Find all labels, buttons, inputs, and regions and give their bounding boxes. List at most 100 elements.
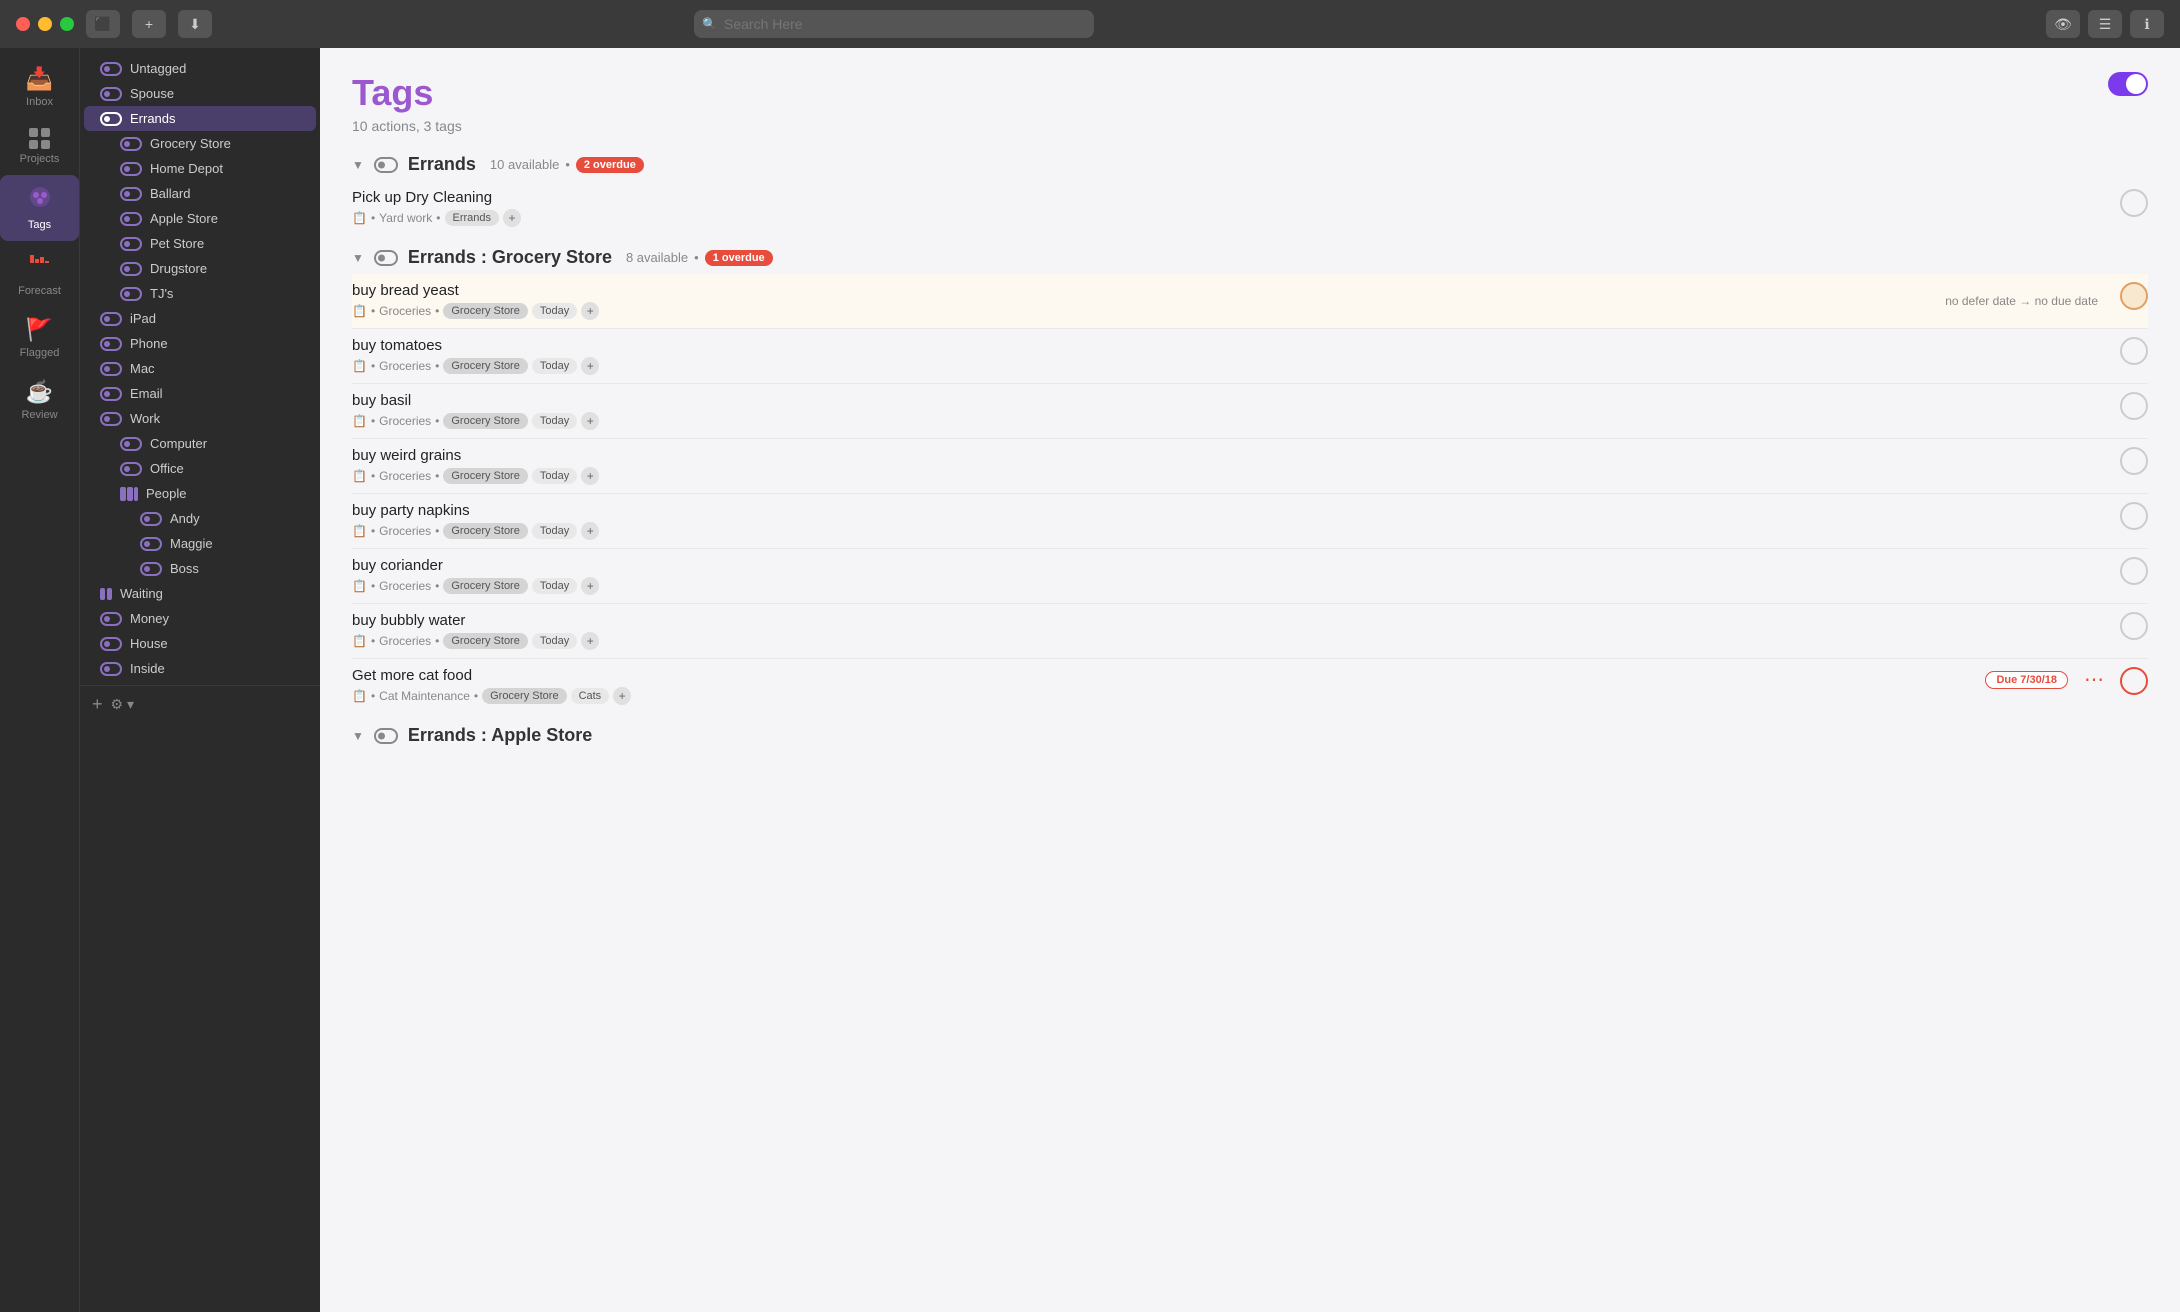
- task-tag-errands[interactable]: Errands: [445, 210, 500, 226]
- task-content: buy bubbly water 📋 • Groceries • Grocery…: [352, 612, 2104, 650]
- nav-flagged[interactable]: 🚩 Flagged: [0, 307, 79, 369]
- sidebar-item-apple-store[interactable]: Apple Store: [84, 206, 316, 231]
- errands-chevron[interactable]: ▼: [352, 158, 364, 172]
- sidebar-item-phone[interactable]: Phone: [84, 331, 316, 356]
- task-meta: 📋 • Cat Maintenance • Grocery Store Cats…: [352, 687, 1985, 705]
- task-tag-grocery[interactable]: Grocery Store: [443, 523, 527, 539]
- task-tag-cats[interactable]: Cats: [571, 688, 610, 704]
- task-row-overdue: Get more cat food 📋 • Cat Maintenance • …: [352, 659, 2148, 713]
- errands-grocery-section-icon: [374, 250, 398, 266]
- close-button[interactable]: [16, 17, 30, 31]
- nav-review[interactable]: ☕ Review: [0, 369, 79, 431]
- sidebar-item-ballard[interactable]: Ballard: [84, 181, 316, 206]
- task-checkbox[interactable]: [2120, 557, 2148, 585]
- sidebar-item-tjs[interactable]: TJ's: [84, 281, 316, 306]
- andy-tag-icon: [140, 512, 162, 526]
- untagged-tag-icon: [100, 62, 122, 76]
- save-button[interactable]: ⬇: [178, 10, 212, 38]
- task-checkbox[interactable]: [2120, 502, 2148, 530]
- sidebar-item-home-depot[interactable]: Home Depot: [84, 156, 316, 181]
- task-tag-today[interactable]: Today: [532, 303, 577, 319]
- task-checkbox[interactable]: [2120, 337, 2148, 365]
- view-toggle[interactable]: [2108, 72, 2148, 96]
- sidebar-item-computer[interactable]: Computer: [84, 431, 316, 456]
- task-project: Yard work: [379, 211, 432, 225]
- mac-tag-icon: [100, 362, 122, 376]
- nav-inbox[interactable]: 📥 Inbox: [0, 56, 79, 118]
- task-checkbox[interactable]: [2120, 612, 2148, 640]
- sidebar-settings-button[interactable]: ⚙ ▾: [111, 696, 134, 713]
- sidebar-item-email[interactable]: Email: [84, 381, 316, 406]
- task-add-tag-button[interactable]: +: [581, 632, 599, 650]
- task-checkbox[interactable]: [2120, 282, 2148, 310]
- sidebar-item-office[interactable]: Office: [84, 456, 316, 481]
- task-add-tag-button[interactable]: +: [581, 522, 599, 540]
- nav-tags[interactable]: Tags: [0, 175, 79, 241]
- sidebar-toggle-button[interactable]: ⬛: [86, 10, 120, 38]
- sidebar-item-boss[interactable]: Boss: [84, 556, 316, 581]
- sidebar-item-work[interactable]: Work: [84, 406, 316, 431]
- eye-button[interactable]: 👁: [2046, 10, 2080, 38]
- task-row: Pick up Dry Cleaning 📋 • Yard work • Err…: [352, 181, 2148, 235]
- task-tag-grocery[interactable]: Grocery Store: [443, 578, 527, 594]
- sidebar-item-people[interactable]: People: [84, 481, 316, 506]
- sidebar-item-ipad[interactable]: iPad: [84, 306, 316, 331]
- sidebar-item-inside[interactable]: Inside: [84, 656, 316, 681]
- sidebar-item-drugstore[interactable]: Drugstore: [84, 256, 316, 281]
- task-row: buy party napkins 📋 • Groceries • Grocer…: [352, 494, 2148, 549]
- task-tag-grocery[interactable]: Grocery Store: [482, 688, 566, 704]
- task-checkbox-overdue[interactable]: [2120, 667, 2148, 695]
- search-input[interactable]: [694, 10, 1094, 38]
- errands-grocery-section-header: ▼ Errands : Grocery Store 8 available • …: [320, 235, 2180, 274]
- sidebar-item-spouse[interactable]: Spouse: [84, 81, 316, 106]
- task-tag-today[interactable]: Today: [532, 413, 577, 429]
- task-tag-today[interactable]: Today: [532, 468, 577, 484]
- sidebar-item-maggie[interactable]: Maggie: [84, 531, 316, 556]
- errands-grocery-chevron[interactable]: ▼: [352, 251, 364, 265]
- info-button[interactable]: ℹ: [2130, 10, 2164, 38]
- nav-forecast[interactable]: Forecast: [0, 241, 79, 307]
- task-add-tag-button[interactable]: +: [503, 209, 521, 227]
- sidebar-item-grocery-store[interactable]: Grocery Store: [84, 131, 316, 156]
- task-date-hint: no defer date → no due date: [1945, 294, 2098, 308]
- task-checkbox[interactable]: [2120, 392, 2148, 420]
- task-add-tag-button[interactable]: +: [581, 412, 599, 430]
- maximize-button[interactable]: [60, 17, 74, 31]
- task-add-tag-button[interactable]: +: [581, 357, 599, 375]
- task-tag-today[interactable]: Today: [532, 578, 577, 594]
- sidebar-item-errands[interactable]: Errands: [84, 106, 316, 131]
- sidebar-item-waiting[interactable]: Waiting: [84, 581, 316, 606]
- task-add-tag-button[interactable]: +: [581, 577, 599, 595]
- new-item-button[interactable]: +: [132, 10, 166, 38]
- task-tag-grocery[interactable]: Grocery Store: [443, 303, 527, 319]
- content-header-text: Tags 10 actions, 3 tags: [352, 72, 462, 134]
- list-button[interactable]: ☰: [2088, 10, 2122, 38]
- task-tag-grocery[interactable]: Grocery Store: [443, 413, 527, 429]
- sidebar-item-house[interactable]: House: [84, 631, 316, 656]
- errands-apple-chevron[interactable]: ▼: [352, 729, 364, 743]
- task-tag-grocery[interactable]: Grocery Store: [443, 633, 527, 649]
- task-checkbox[interactable]: [2120, 189, 2148, 217]
- nav-projects[interactable]: Projects: [0, 118, 79, 175]
- task-add-tag-button[interactable]: +: [581, 467, 599, 485]
- minimize-button[interactable]: [38, 17, 52, 31]
- sidebar-item-andy[interactable]: Andy: [84, 506, 316, 531]
- nav-rail: 📥 Inbox Projects Tags: [0, 48, 80, 1312]
- task-more-options-button[interactable]: ⋯: [2084, 667, 2104, 692]
- task-tag-grocery[interactable]: Grocery Store: [443, 358, 527, 374]
- task-tag-today[interactable]: Today: [532, 633, 577, 649]
- sidebar-item-mac[interactable]: Mac: [84, 356, 316, 381]
- task-checkbox[interactable]: [2120, 447, 2148, 475]
- sidebar-item-pet-store[interactable]: Pet Store: [84, 231, 316, 256]
- sidebar-item-untagged[interactable]: Untagged: [84, 56, 316, 81]
- nav-tags-label: Tags: [28, 219, 51, 231]
- sidebar-item-money[interactable]: Money: [84, 606, 316, 631]
- main-layout: 📥 Inbox Projects Tags: [0, 48, 2180, 1312]
- sidebar-add-button[interactable]: +: [92, 694, 103, 715]
- task-add-tag-button[interactable]: +: [581, 302, 599, 320]
- task-add-tag-button[interactable]: +: [613, 687, 631, 705]
- task-tag-today[interactable]: Today: [532, 523, 577, 539]
- task-tag-grocery[interactable]: Grocery Store: [443, 468, 527, 484]
- inside-tag-icon: [100, 662, 122, 676]
- task-tag-today[interactable]: Today: [532, 358, 577, 374]
